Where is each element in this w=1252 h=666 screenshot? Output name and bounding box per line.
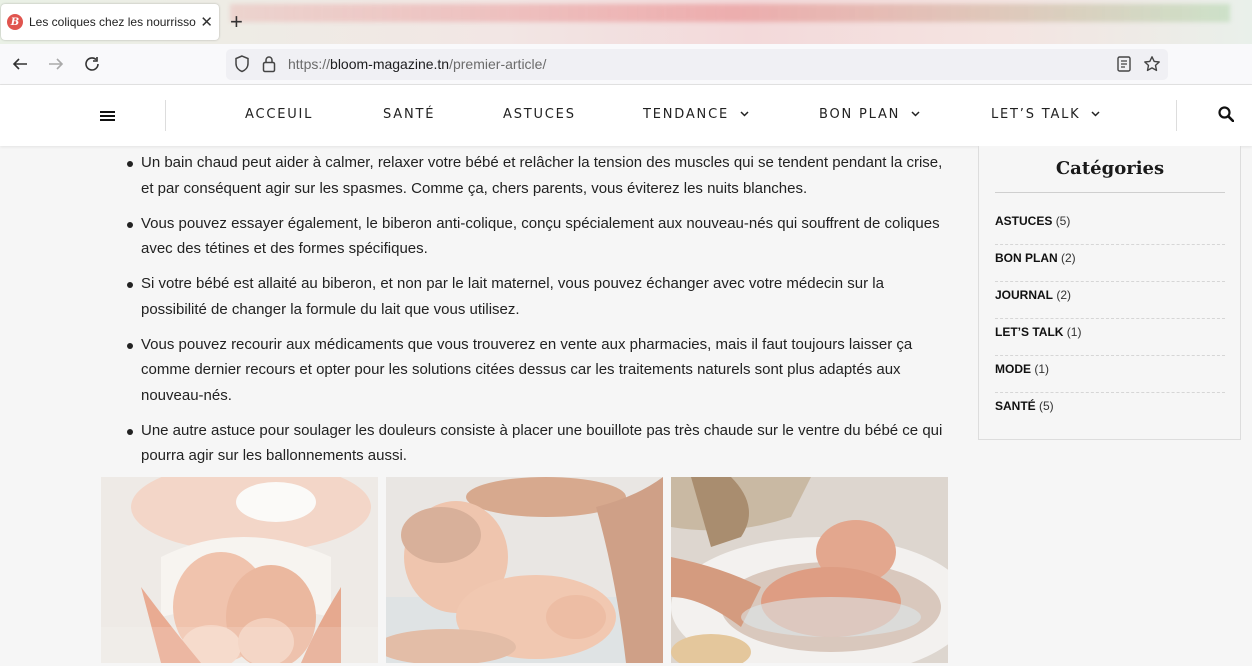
- list-item: Vous pouvez recourir aux médicaments que…: [101, 332, 951, 409]
- browser-tab-active[interactable]: B Les coliques chez les nourrissons ✕: [1, 4, 219, 40]
- gallery-photo-baby-feet[interactable]: [101, 477, 378, 663]
- shield-icon[interactable]: [234, 55, 250, 78]
- forward-arrow-icon[interactable]: [45, 53, 67, 75]
- category-count: (5): [1039, 399, 1054, 413]
- reader-view-icon[interactable]: [1116, 55, 1132, 78]
- category-item-lets-talk[interactable]: LET’S TALK (1): [995, 319, 1225, 356]
- search-icon[interactable]: [1218, 106, 1235, 127]
- category-name[interactable]: BON PLAN: [995, 251, 1058, 265]
- chevron-down-icon: [737, 110, 749, 120]
- category-item-mode[interactable]: MODE (1): [995, 356, 1225, 393]
- header-divider: [1176, 100, 1177, 131]
- category-item-sante[interactable]: SANTÉ (5): [995, 393, 1225, 430]
- category-count: (5): [1055, 214, 1071, 228]
- tips-list: Un bain chaud peut aider à calmer, relax…: [101, 150, 951, 469]
- category-count: (1): [1066, 325, 1082, 339]
- bookmark-star-icon[interactable]: [1143, 55, 1161, 78]
- category-name[interactable]: JOURNAL: [995, 288, 1053, 302]
- url-scheme: https://: [288, 56, 331, 72]
- nav-item-lets-talk[interactable]: LET’S TALK: [991, 107, 1100, 122]
- article-content: Un bain chaud peut aider à calmer, relax…: [101, 146, 951, 478]
- nav-item-astuces[interactable]: ASTUCES: [503, 107, 576, 122]
- nav-item-label: ASTUCES: [503, 107, 576, 122]
- nav-item-tendance[interactable]: TENDANCE: [643, 107, 749, 122]
- site-header: ACCEUIL SANTÉ ASTUCES TENDANCE BON PLAN …: [0, 85, 1252, 146]
- site-favicon-icon: B: [7, 14, 23, 30]
- nav-item-acceuil[interactable]: ACCEUIL: [245, 107, 313, 122]
- reload-icon[interactable]: [81, 53, 103, 75]
- category-count: (2): [1056, 288, 1072, 302]
- nav-item-label: SANTÉ: [383, 107, 436, 122]
- hamburger-menu-icon[interactable]: [100, 111, 115, 123]
- sidebar-categories: Catégories ASTUCES (5) BON PLAN (2) JOUR…: [978, 146, 1241, 440]
- list-item: Une autre astuce pour soulager les doule…: [101, 418, 951, 469]
- category-item-bon-plan[interactable]: BON PLAN (2): [995, 245, 1225, 282]
- list-item: Un bain chaud peut aider à calmer, relax…: [101, 150, 951, 201]
- back-arrow-icon[interactable]: [9, 53, 31, 75]
- category-item-journal[interactable]: JOURNAL (2): [995, 282, 1225, 319]
- nav-item-label: ACCEUIL: [245, 107, 314, 122]
- category-name[interactable]: ASTUCES: [995, 214, 1052, 228]
- chevron-down-icon: [908, 110, 920, 120]
- header-divider: [165, 100, 166, 131]
- nav-item-label: BON PLAN: [819, 107, 901, 122]
- category-name[interactable]: SANTÉ: [995, 399, 1036, 413]
- nav-item-label: LET’S TALK: [991, 107, 1081, 122]
- nav-item-bon-plan[interactable]: BON PLAN: [819, 107, 920, 122]
- nav-item-sante[interactable]: SANTÉ: [383, 107, 435, 122]
- list-item: Vous pouvez essayer également, le bibero…: [101, 211, 951, 262]
- url-host: bloom-magazine.tn: [330, 56, 450, 72]
- category-list: ASTUCES (5) BON PLAN (2) JOURNAL (2) LET…: [995, 208, 1225, 430]
- category-item-astuces[interactable]: ASTUCES (5): [995, 208, 1225, 245]
- browser-nav-bar: https://bloom-magazine.tn/premier-articl…: [0, 44, 1252, 85]
- category-name[interactable]: LET’S TALK: [995, 325, 1063, 339]
- new-tab-icon[interactable]: +: [230, 10, 243, 34]
- lock-icon[interactable]: [262, 55, 276, 78]
- category-count: (1): [1034, 362, 1050, 376]
- sidebar-title: Catégories: [1055, 158, 1165, 179]
- gallery-photo-baby-tub[interactable]: [671, 477, 948, 663]
- close-tab-icon[interactable]: ✕: [200, 13, 213, 31]
- url-text[interactable]: https://bloom-magazine.tn/premier-articl…: [288, 56, 546, 72]
- category-count: (2): [1061, 251, 1076, 265]
- tab-title: Les coliques chez les nourrissons: [29, 15, 197, 29]
- nav-item-label: TENDANCE: [643, 107, 729, 122]
- title-divider: [995, 192, 1225, 193]
- url-path: /premier-article/: [449, 56, 547, 72]
- address-bar[interactable]: https://bloom-magazine.tn/premier-articl…: [226, 49, 1168, 80]
- chevron-down-icon: [1089, 110, 1101, 120]
- list-item: Si votre bébé est allaité au biberon, et…: [101, 271, 951, 322]
- photo-gallery: [101, 477, 948, 663]
- browser-tab-bar: B Les coliques chez les nourrissons ✕ +: [0, 0, 1252, 44]
- tabbar-background-decoration: [230, 4, 1230, 22]
- gallery-photo-baby-bath[interactable]: [386, 477, 663, 663]
- category-name[interactable]: MODE: [995, 362, 1031, 376]
